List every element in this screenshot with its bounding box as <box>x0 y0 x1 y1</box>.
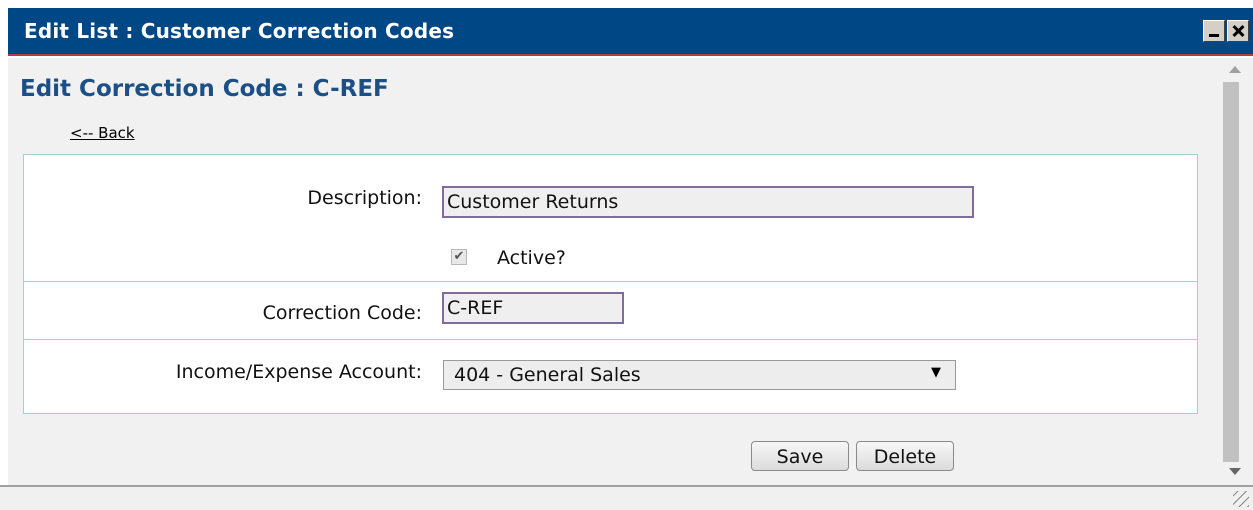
correction-code-label: Correction Code: <box>262 302 422 324</box>
scroll-down-icon[interactable] <box>1229 468 1241 475</box>
vertical-scrollbar[interactable] <box>1218 58 1253 485</box>
description-label: Description: <box>307 187 422 209</box>
close-icon[interactable] <box>1227 20 1249 42</box>
top-strip <box>0 0 1253 8</box>
delete-button[interactable]: Delete <box>856 441 954 471</box>
page-title: Edit Correction Code : C-REF <box>20 76 389 102</box>
back-link[interactable]: <-- Back <box>70 124 135 142</box>
account-label: Income/Expense Account: <box>175 361 422 383</box>
active-label: Active? <box>497 247 566 269</box>
scroll-thumb[interactable] <box>1223 82 1239 462</box>
description-input[interactable]: Customer Returns <box>442 186 974 218</box>
window-title: Edit List : Customer Correction Codes <box>24 19 455 43</box>
correction-code-input[interactable]: C-REF <box>442 292 624 324</box>
scroll-up-icon[interactable] <box>1229 66 1241 73</box>
edit-form: Description: Customer Returns ✔ Active? … <box>23 154 1198 414</box>
status-bar <box>0 485 1253 510</box>
content-area: Edit Correction Code : C-REF <-- Back De… <box>8 58 1218 485</box>
chevron-down-icon: ▼ <box>931 365 941 380</box>
window-titlebar: Edit List : Customer Correction Codes <box>8 8 1253 56</box>
row-divider <box>24 339 1197 340</box>
account-select[interactable]: 404 - General Sales ▼ <box>443 360 956 390</box>
resize-grip-icon[interactable] <box>1233 491 1249 507</box>
active-checkbox[interactable]: ✔ <box>451 249 467 265</box>
minimize-icon[interactable] <box>1203 20 1225 42</box>
row-divider <box>24 281 1197 282</box>
account-selected-value: 404 - General Sales <box>454 364 641 386</box>
save-button[interactable]: Save <box>751 441 849 471</box>
